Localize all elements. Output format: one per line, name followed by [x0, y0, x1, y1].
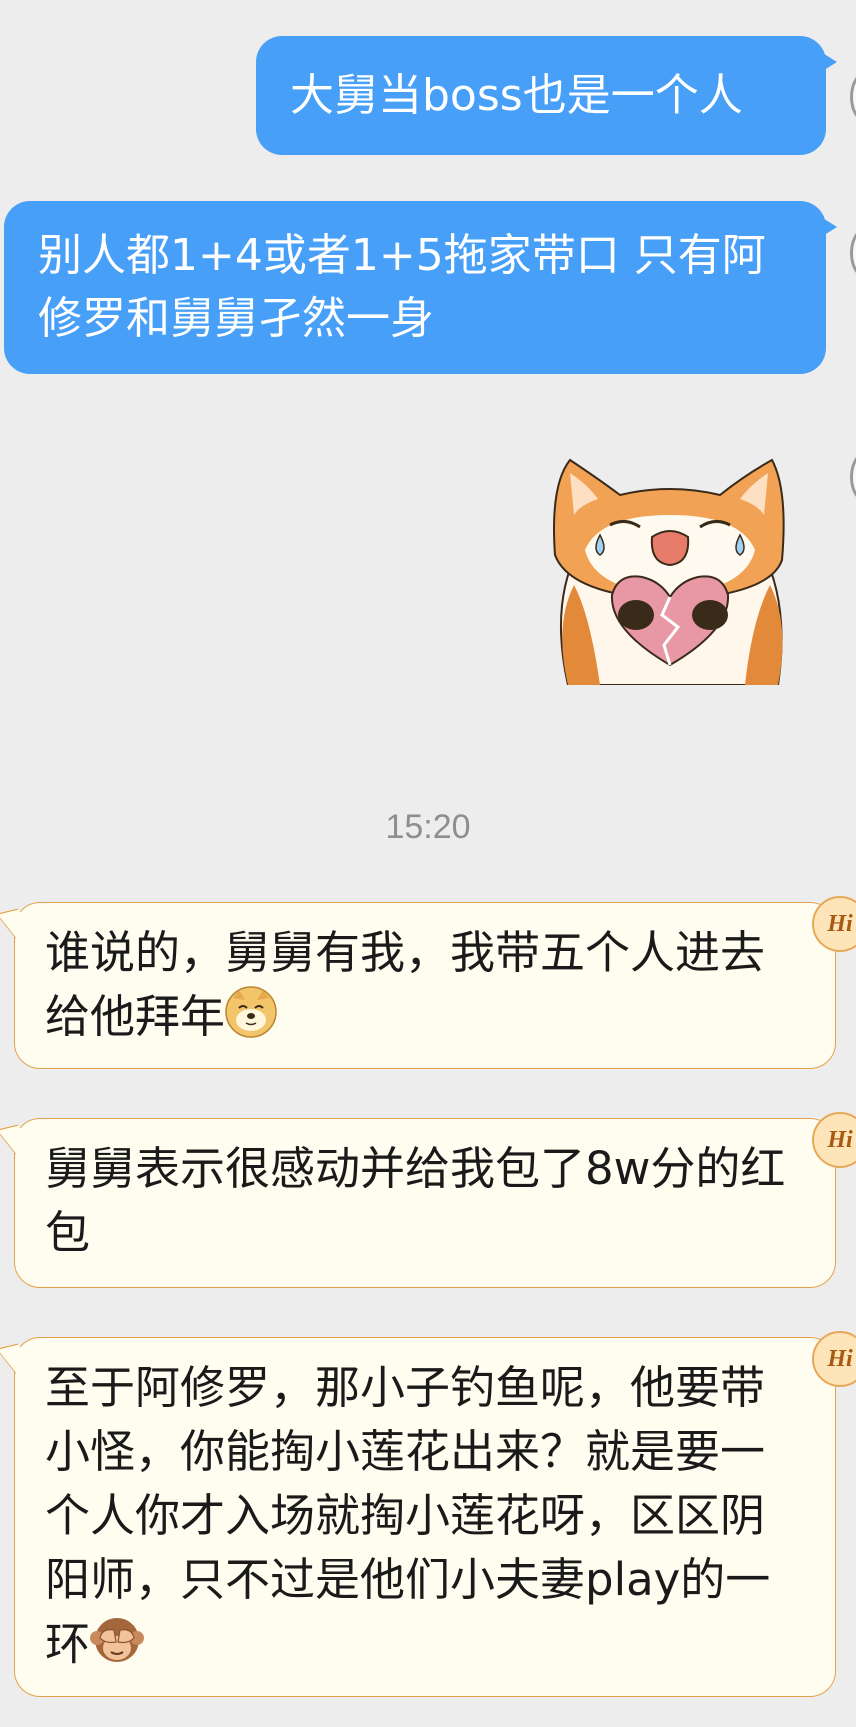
message-text: 别人都1+4或者1+5拖家带口 只有阿修罗和舅舅孑然一身 — [38, 230, 766, 344]
timestamp: 15:20 — [385, 808, 471, 846]
avatar[interactable] — [850, 228, 856, 278]
message-text: 谁说的，舅舅有我，我带五个人进去给他拜年 — [45, 926, 766, 1043]
message-text: 大舅当boss也是一个人 — [290, 70, 743, 121]
message-bubble-incoming[interactable]: 谁说的，舅舅有我，我带五个人进去给他拜年 — [14, 902, 836, 1069]
message-bubble-incoming[interactable]: 至于阿修罗，那小子钓鱼呢，他要带小怪，你能掏小莲花出来？就是要一个人你才入场就掏… — [14, 1337, 836, 1697]
sticker-message[interactable] — [540, 455, 802, 686]
message-bubble-outgoing[interactable]: 大舅当boss也是一个人 — [256, 36, 837, 155]
doge-emoji-icon — [225, 985, 277, 1055]
see-no-evil-monkey-emoji-icon — [90, 1612, 145, 1683]
crying-cat-broken-heart-sticker-icon — [553, 458, 785, 686]
message-bubble-outgoing[interactable]: 别人都1+4或者1+5拖家带口 只有阿修罗和舅舅孑然一身 — [4, 201, 837, 374]
message-bubble-incoming[interactable]: 舅舅表示很感动并给我包了8w分的红包 — [14, 1118, 836, 1288]
avatar[interactable] — [850, 72, 856, 122]
avatar[interactable] — [850, 452, 856, 502]
message-text: 舅舅表示很感动并给我包了8w分的红包 — [45, 1142, 786, 1259]
message-text: 至于阿修罗，那小子钓鱼呢，他要带小怪，你能掏小莲花出来？就是要一个人你才入场就掏… — [45, 1361, 771, 1671]
